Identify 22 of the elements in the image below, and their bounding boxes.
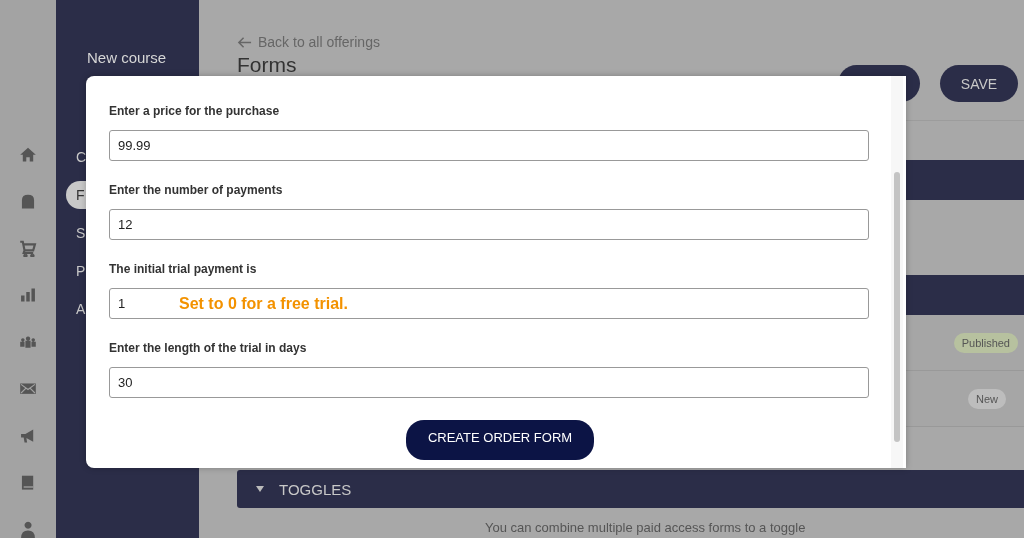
home-icon[interactable]	[19, 146, 37, 164]
input-field[interactable]: 30	[109, 367, 869, 398]
field-label: Enter the length of the trial in days	[109, 341, 308, 355]
create-order-form-button[interactable]: CREATE ORDER FORM	[405, 420, 595, 460]
input-field[interactable]: 12	[109, 209, 869, 240]
course-title: New course	[87, 49, 168, 66]
field-label: Enter a price for the purchase	[109, 104, 281, 118]
cart-icon[interactable]	[19, 239, 37, 257]
field-label: The initial trial payment is	[109, 262, 258, 276]
person-icon[interactable]	[19, 520, 37, 538]
input-field[interactable]: 99.99	[109, 130, 869, 161]
toggles-title: TOGGLES	[279, 480, 352, 498]
chart-icon[interactable]	[19, 286, 37, 304]
page-title: Forms	[237, 53, 298, 77]
toggles-description: You can combine multiple paid access forms to a toggle	[485, 520, 807, 535]
annotation-note: Set to 0 for a free trial.	[179, 295, 348, 313]
field-label: Enter the number of payments	[109, 183, 284, 197]
toggles-header[interactable]: TOGGLES	[237, 470, 1024, 508]
save-button[interactable]: SAVE	[940, 65, 1018, 102]
status-badge: New	[968, 388, 1006, 409]
status-badge: Published	[953, 332, 1018, 353]
scrollbar[interactable]	[891, 76, 903, 468]
